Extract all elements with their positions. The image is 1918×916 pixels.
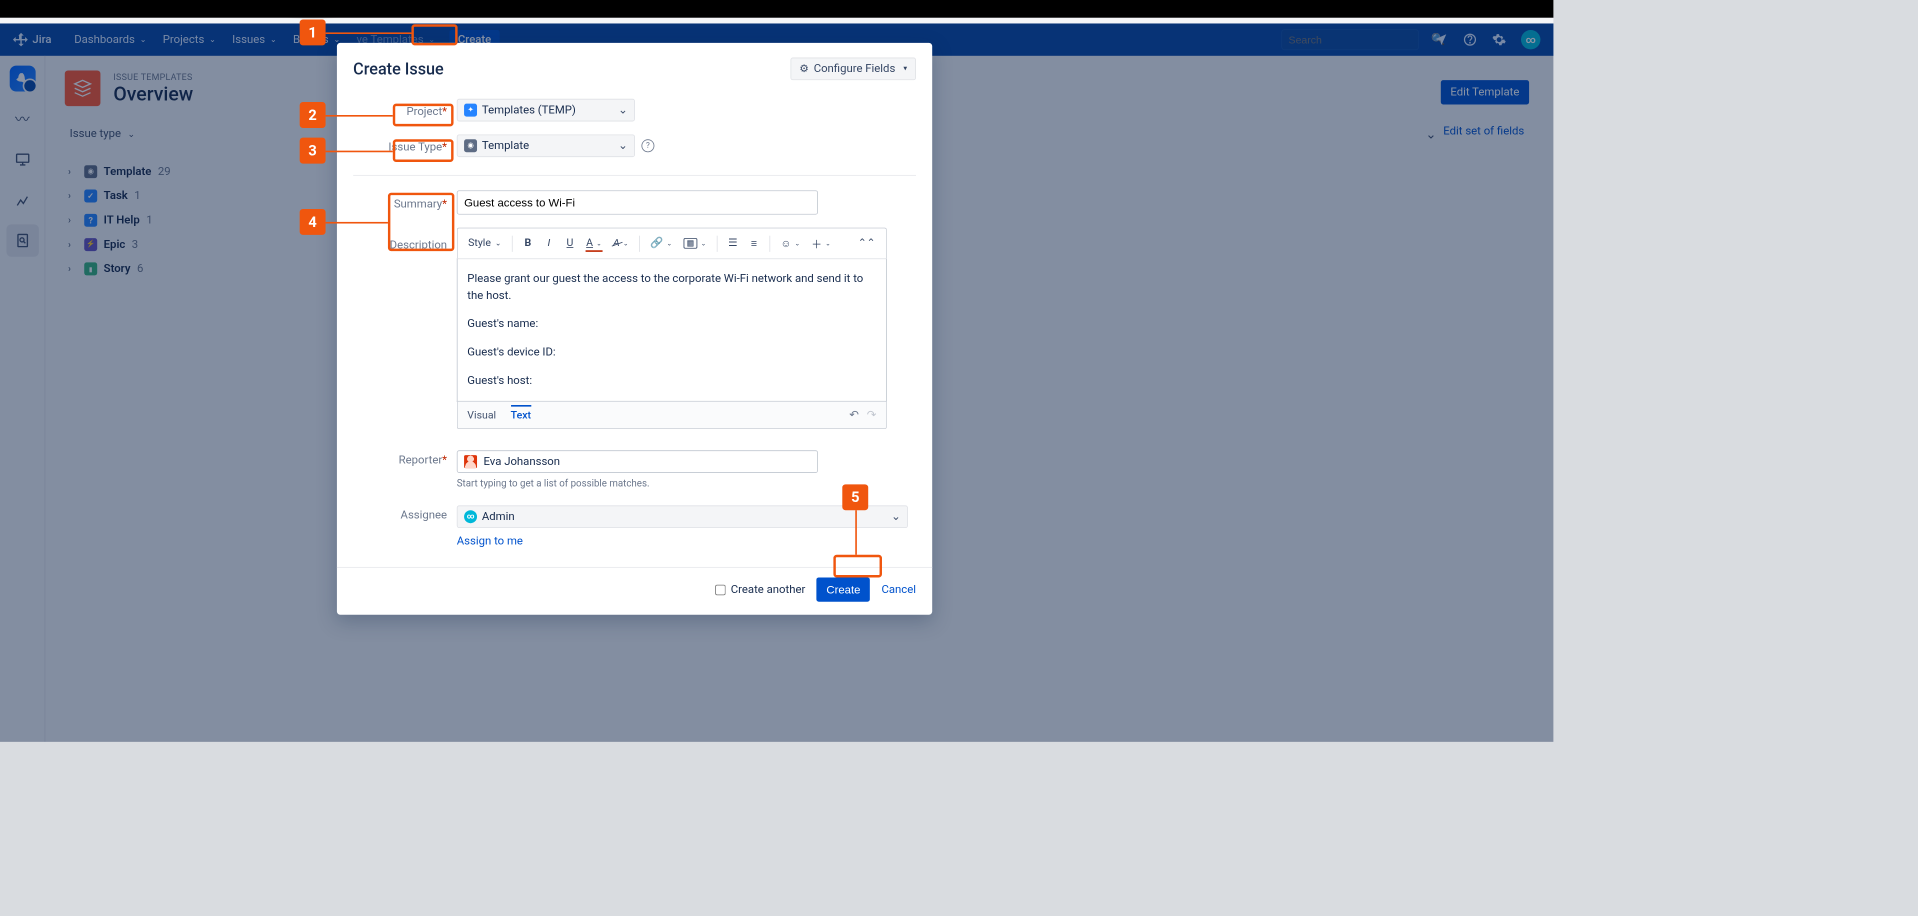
overview-project-icon: [65, 70, 101, 106]
user-avatar-icon: [464, 455, 477, 468]
left-rail: 〰: [0, 56, 45, 742]
profile-avatar[interactable]: [1521, 30, 1540, 49]
help-icon[interactable]: [1463, 32, 1478, 47]
tab-visual[interactable]: Visual: [467, 405, 496, 425]
reporter-label: Reporter*: [353, 450, 457, 466]
tab-text[interactable]: Text: [511, 405, 531, 425]
project-label: Project*: [353, 102, 457, 118]
clear-format-icon[interactable]: A: [609, 234, 632, 253]
settings-icon[interactable]: [1492, 32, 1507, 47]
redo-icon[interactable]: ↷: [867, 409, 877, 422]
bold-icon[interactable]: B: [519, 234, 537, 253]
numbered-list-icon[interactable]: ≡: [745, 234, 763, 253]
chevron-right-icon: ›: [68, 263, 78, 274]
nav-projects[interactable]: Projects⌄: [158, 23, 221, 55]
brand-text: Jira: [32, 33, 51, 46]
collapse-icon[interactable]: ⌃⌃: [854, 234, 880, 253]
project-select[interactable]: Templates (TEMP): [457, 99, 635, 122]
bullet-list-icon[interactable]: ☰: [724, 234, 742, 253]
issue-type-icon: [464, 139, 477, 152]
chevron-down-icon: ⌄: [270, 35, 277, 44]
help-type-icon: [84, 214, 97, 227]
project-icon: [464, 104, 477, 117]
reporter-hint: Start typing to get a list of possible m…: [457, 478, 916, 489]
chevron-down-icon: ⌄: [140, 35, 147, 44]
description-editor: Style B I U A A 🔗 ▦: [457, 228, 887, 430]
epic-type-icon: [84, 238, 97, 251]
create-submit-button[interactable]: Create: [817, 577, 870, 601]
chevron-right-icon: ›: [68, 239, 78, 250]
chevron-down-icon: ▾: [903, 65, 907, 73]
cancel-link[interactable]: Cancel: [881, 583, 916, 596]
toolbar-style[interactable]: Style: [464, 234, 505, 253]
more-icon[interactable]: ＋: [807, 232, 834, 254]
create-another-input[interactable]: [715, 584, 726, 595]
summary-label: Summary*: [353, 194, 457, 210]
issue-type-filter[interactable]: Issue type⌄: [65, 124, 140, 143]
modal-title: Create Issue: [353, 59, 444, 78]
undo-icon[interactable]: ↶: [849, 409, 859, 422]
assign-to-me-link[interactable]: Assign to me: [457, 535, 523, 548]
edit-set-of-fields-link[interactable]: Edit set of fields: [1425, 124, 1524, 140]
notifications-icon[interactable]: [1434, 32, 1449, 47]
issue-type-label: Issue Type*: [353, 138, 457, 154]
emoji-icon[interactable]: ☺: [777, 234, 805, 253]
description-textarea[interactable]: Please grant our guest the access to the…: [457, 258, 887, 401]
attachment-icon[interactable]: ▦: [679, 235, 710, 252]
edit-template-button[interactable]: Edit Template: [1441, 80, 1529, 104]
nav-dashboards[interactable]: Dashboards⌄: [69, 23, 151, 55]
configure-fields-button[interactable]: ⚙ Configure Fields ▾: [790, 58, 916, 81]
page-title: Overview: [113, 82, 193, 105]
search-input[interactable]: [1289, 34, 1432, 46]
rail-reports-icon[interactable]: [6, 184, 38, 216]
underline-icon[interactable]: U: [561, 234, 579, 253]
rail-app-icon[interactable]: [6, 62, 38, 94]
help-icon[interactable]: ?: [641, 139, 654, 152]
chevron-right-icon: ›: [68, 190, 78, 201]
jira-logo[interactable]: Jira: [13, 32, 52, 48]
editor-toolbar: Style B I U A A 🔗 ▦: [457, 228, 887, 259]
create-issue-modal: Create Issue ⚙ Configure Fields ▾ Projec…: [337, 43, 932, 615]
issue-type-select[interactable]: Template: [457, 134, 635, 157]
chevron-right-icon: ›: [68, 215, 78, 226]
description-label: Description: [353, 228, 457, 252]
chevron-down-icon: ⌄: [209, 35, 216, 44]
story-type-icon: [84, 262, 97, 275]
rail-activity-icon[interactable]: 〰: [6, 103, 38, 135]
italic-icon[interactable]: I: [540, 234, 558, 253]
create-another-checkbox[interactable]: Create another: [715, 583, 805, 596]
nav-issues[interactable]: Issues⌄: [227, 23, 281, 55]
rail-search-doc-icon[interactable]: [6, 224, 38, 256]
link-icon[interactable]: 🔗: [646, 234, 676, 253]
rail-monitor-icon[interactable]: [6, 143, 38, 175]
task-type-icon: [84, 190, 97, 203]
breadcrumb: ISSUE TEMPLATES: [113, 72, 193, 83]
template-type-icon: [84, 165, 97, 178]
assignee-label: Assignee: [353, 505, 457, 521]
chevron-right-icon: ›: [68, 166, 78, 177]
gear-icon: ⚙: [799, 63, 808, 75]
global-search[interactable]: 🔍: [1281, 29, 1419, 50]
chevron-down-icon: ⌄: [127, 128, 134, 139]
reporter-input[interactable]: Eva Johansson: [457, 450, 818, 473]
admin-avatar-icon: [464, 510, 477, 523]
assignee-select[interactable]: Admin: [457, 505, 908, 528]
text-color-icon[interactable]: A: [582, 234, 606, 253]
summary-input[interactable]: [457, 190, 818, 214]
